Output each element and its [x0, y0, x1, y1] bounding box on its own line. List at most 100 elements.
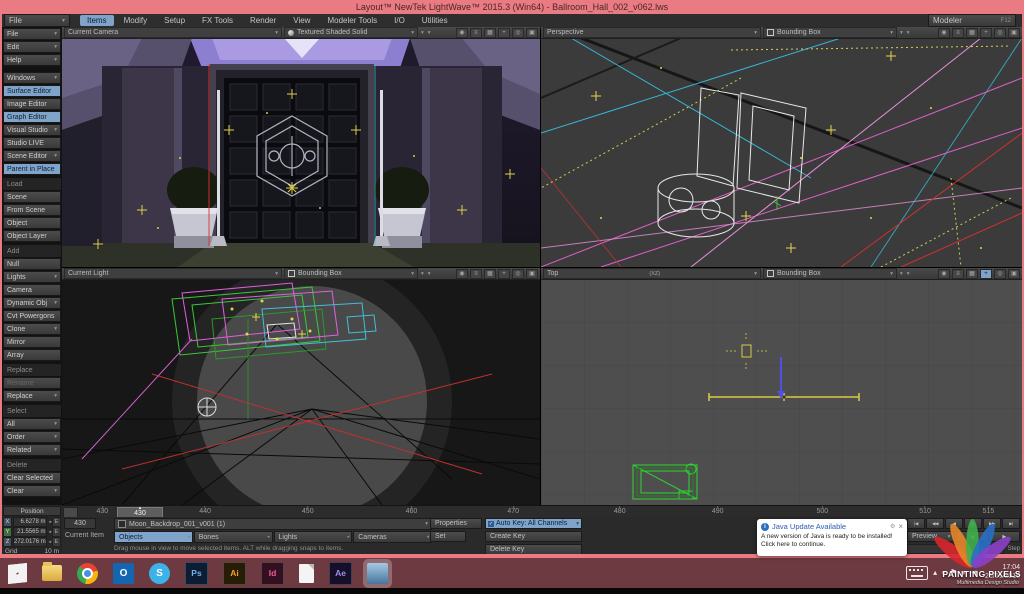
list-icon[interactable]: ≡	[952, 28, 964, 38]
sidebar-item[interactable]: Surface Editor	[3, 85, 61, 97]
sidebar-item[interactable]: Camera	[3, 284, 61, 296]
menu-tab[interactable]: Utilities	[415, 15, 455, 26]
pan-icon[interactable]: +	[498, 28, 510, 38]
perspective-viewport-canvas[interactable]	[541, 38, 1022, 267]
expand-icon[interactable]: ▣	[526, 269, 538, 279]
taskbar-photoshop[interactable]: Ps	[185, 562, 208, 585]
transport-button[interactable]: ◀	[945, 518, 963, 529]
taskbar-notepad[interactable]	[299, 564, 314, 583]
taskbar-skype[interactable]: S	[149, 563, 170, 584]
taskbar-illustrator[interactable]: Ai	[223, 562, 246, 585]
sidebar-item[interactable]: Object	[3, 217, 61, 229]
pan-icon[interactable]: +	[498, 269, 510, 279]
create-key-button[interactable]: Create Key	[485, 531, 582, 542]
grid-icon[interactable]: ▦	[966, 28, 978, 38]
close-icon[interactable]	[898, 523, 903, 531]
camera-render-icon[interactable]: ◉	[456, 269, 468, 279]
menu-tab[interactable]: FX Tools	[195, 15, 240, 26]
expand-icon[interactable]: ▣	[1008, 28, 1020, 38]
camera-render-icon[interactable]: ◉	[938, 28, 950, 38]
chevron-down-icon[interactable]: ▾	[428, 271, 431, 277]
transport-button[interactable]: |◀	[907, 518, 925, 529]
sidebar-item[interactable]: Graph Editor	[3, 111, 61, 123]
view-type-selector[interactable]: Current Camera	[64, 27, 282, 38]
sidebar-item[interactable]: Image Editor	[3, 98, 61, 110]
preview-forward-button[interactable]: ▶	[989, 531, 1020, 542]
item-category-button[interactable]: Objects	[114, 531, 193, 543]
play-button-disabled[interactable]	[907, 544, 955, 554]
z-value-field[interactable]: 272.0176 m	[13, 537, 47, 547]
sidebar-item[interactable]: Rename	[3, 377, 61, 389]
taskbar-indesign[interactable]: Id	[261, 562, 284, 585]
sidebar-item[interactable]: Scene Editor ▾	[3, 150, 61, 162]
chevron-down-icon[interactable]: ▾	[421, 30, 424, 36]
java-update-popup[interactable]: Java Update Available A new version of J…	[757, 519, 907, 556]
grid-icon[interactable]: ▦	[484, 28, 496, 38]
sidebar-item[interactable]: Order ▾	[3, 431, 61, 443]
list-icon[interactable]: ≡	[470, 28, 482, 38]
position-mode-button[interactable]: Position	[3, 506, 61, 516]
list-icon[interactable]: ≡	[952, 269, 964, 279]
taskbar-clock[interactable]: 17:04 25/01/2016	[985, 564, 1020, 582]
sidebar-item[interactable]: Studio LIVE	[3, 137, 61, 149]
x-nudge-arrows[interactable]: ◂▸	[48, 519, 51, 525]
tray-expand-icon[interactable]: ▴	[933, 569, 937, 577]
item-checkbox[interactable]	[118, 520, 126, 528]
view-type-selector[interactable]: Top (XZ)	[543, 268, 761, 279]
render-mode-selector[interactable]: Bounding Box	[763, 27, 897, 38]
menu-tab[interactable]: Modify	[117, 15, 155, 26]
modeler-button[interactable]: Modeler F12	[928, 14, 1016, 27]
list-icon[interactable]: ≡	[470, 269, 482, 279]
z-axis-button[interactable]: Z	[3, 537, 12, 547]
sidebar-item[interactable]: Edit ▾	[3, 41, 61, 53]
properties-button[interactable]: Properties	[430, 518, 482, 529]
menu-tab[interactable]: Setup	[157, 15, 192, 26]
transport-button[interactable]: ◀◀	[926, 518, 944, 529]
tray-volume-icon[interactable]: ◄	[970, 569, 978, 577]
menu-tab[interactable]: I/O	[387, 15, 412, 26]
render-mode-selector[interactable]: Bounding Box	[763, 268, 897, 279]
sidebar-item[interactable]: Visual Studio ▾	[3, 124, 61, 136]
zoom-icon[interactable]: ◎	[512, 28, 524, 38]
sidebar-item[interactable]: Lights ▾	[3, 271, 61, 283]
item-category-button[interactable]: Lights	[274, 531, 353, 543]
gear-icon[interactable]	[890, 523, 895, 530]
camera-render-icon[interactable]: ◉	[938, 269, 950, 279]
set-button[interactable]: Set	[430, 531, 466, 542]
sidebar-item[interactable]: Mirror	[3, 336, 61, 348]
file-menu-button[interactable]: File	[4, 14, 70, 27]
sidebar-item[interactable]: Parent in Place	[3, 163, 61, 175]
zoom-icon[interactable]: ◎	[994, 28, 1006, 38]
taskbar-outlook[interactable]: O	[113, 563, 134, 584]
item-category-button[interactable]: Bones	[194, 531, 273, 543]
y-axis-button[interactable]: Y	[3, 527, 12, 537]
view-type-selector[interactable]: Current Light	[64, 268, 282, 279]
render-mode-selector[interactable]: Bounding Box	[284, 268, 418, 279]
transport-button[interactable]: ▶	[964, 518, 982, 529]
taskbar-explorer[interactable]	[42, 565, 62, 581]
chevron-down-icon[interactable]: ▾	[900, 271, 903, 277]
sidebar-item[interactable]: File ▾	[3, 28, 61, 40]
sidebar-item[interactable]: Cvt Powergons	[3, 310, 61, 322]
sidebar-item[interactable]: Clear ▾	[3, 485, 61, 497]
touch-keyboard-icon[interactable]	[906, 566, 928, 580]
grid-icon[interactable]: ▦	[484, 269, 496, 279]
zoom-icon[interactable]: ◎	[994, 269, 1006, 279]
x-envelope-button[interactable]: E	[52, 517, 61, 527]
transport-button[interactable]: ▶|	[1002, 518, 1020, 529]
pan-icon[interactable]: +	[980, 269, 992, 279]
y-value-field[interactable]: 21.5565 m	[13, 527, 47, 537]
view-type-selector[interactable]: Perspective	[543, 27, 761, 38]
z-nudge-arrows[interactable]: ◂▸	[48, 539, 51, 545]
y-nudge-arrows[interactable]: ◂▸	[48, 529, 51, 535]
sidebar-item[interactable]: Help ▾	[3, 54, 61, 66]
sidebar-item[interactable]: Object Layer	[3, 230, 61, 242]
tray-java-icon[interactable]: ●	[941, 569, 946, 577]
top-viewport-canvas[interactable]	[541, 279, 1022, 505]
tray-flag-icon[interactable]: ⚑	[950, 569, 957, 577]
sidebar-item[interactable]: All ▾	[3, 418, 61, 430]
preview-dropdown[interactable]: Preview	[907, 531, 955, 542]
x-value-field[interactable]: 6.6278 m	[13, 517, 47, 527]
frame-field[interactable]: 430	[64, 518, 96, 529]
stop-button-disabled[interactable]	[956, 544, 1004, 554]
